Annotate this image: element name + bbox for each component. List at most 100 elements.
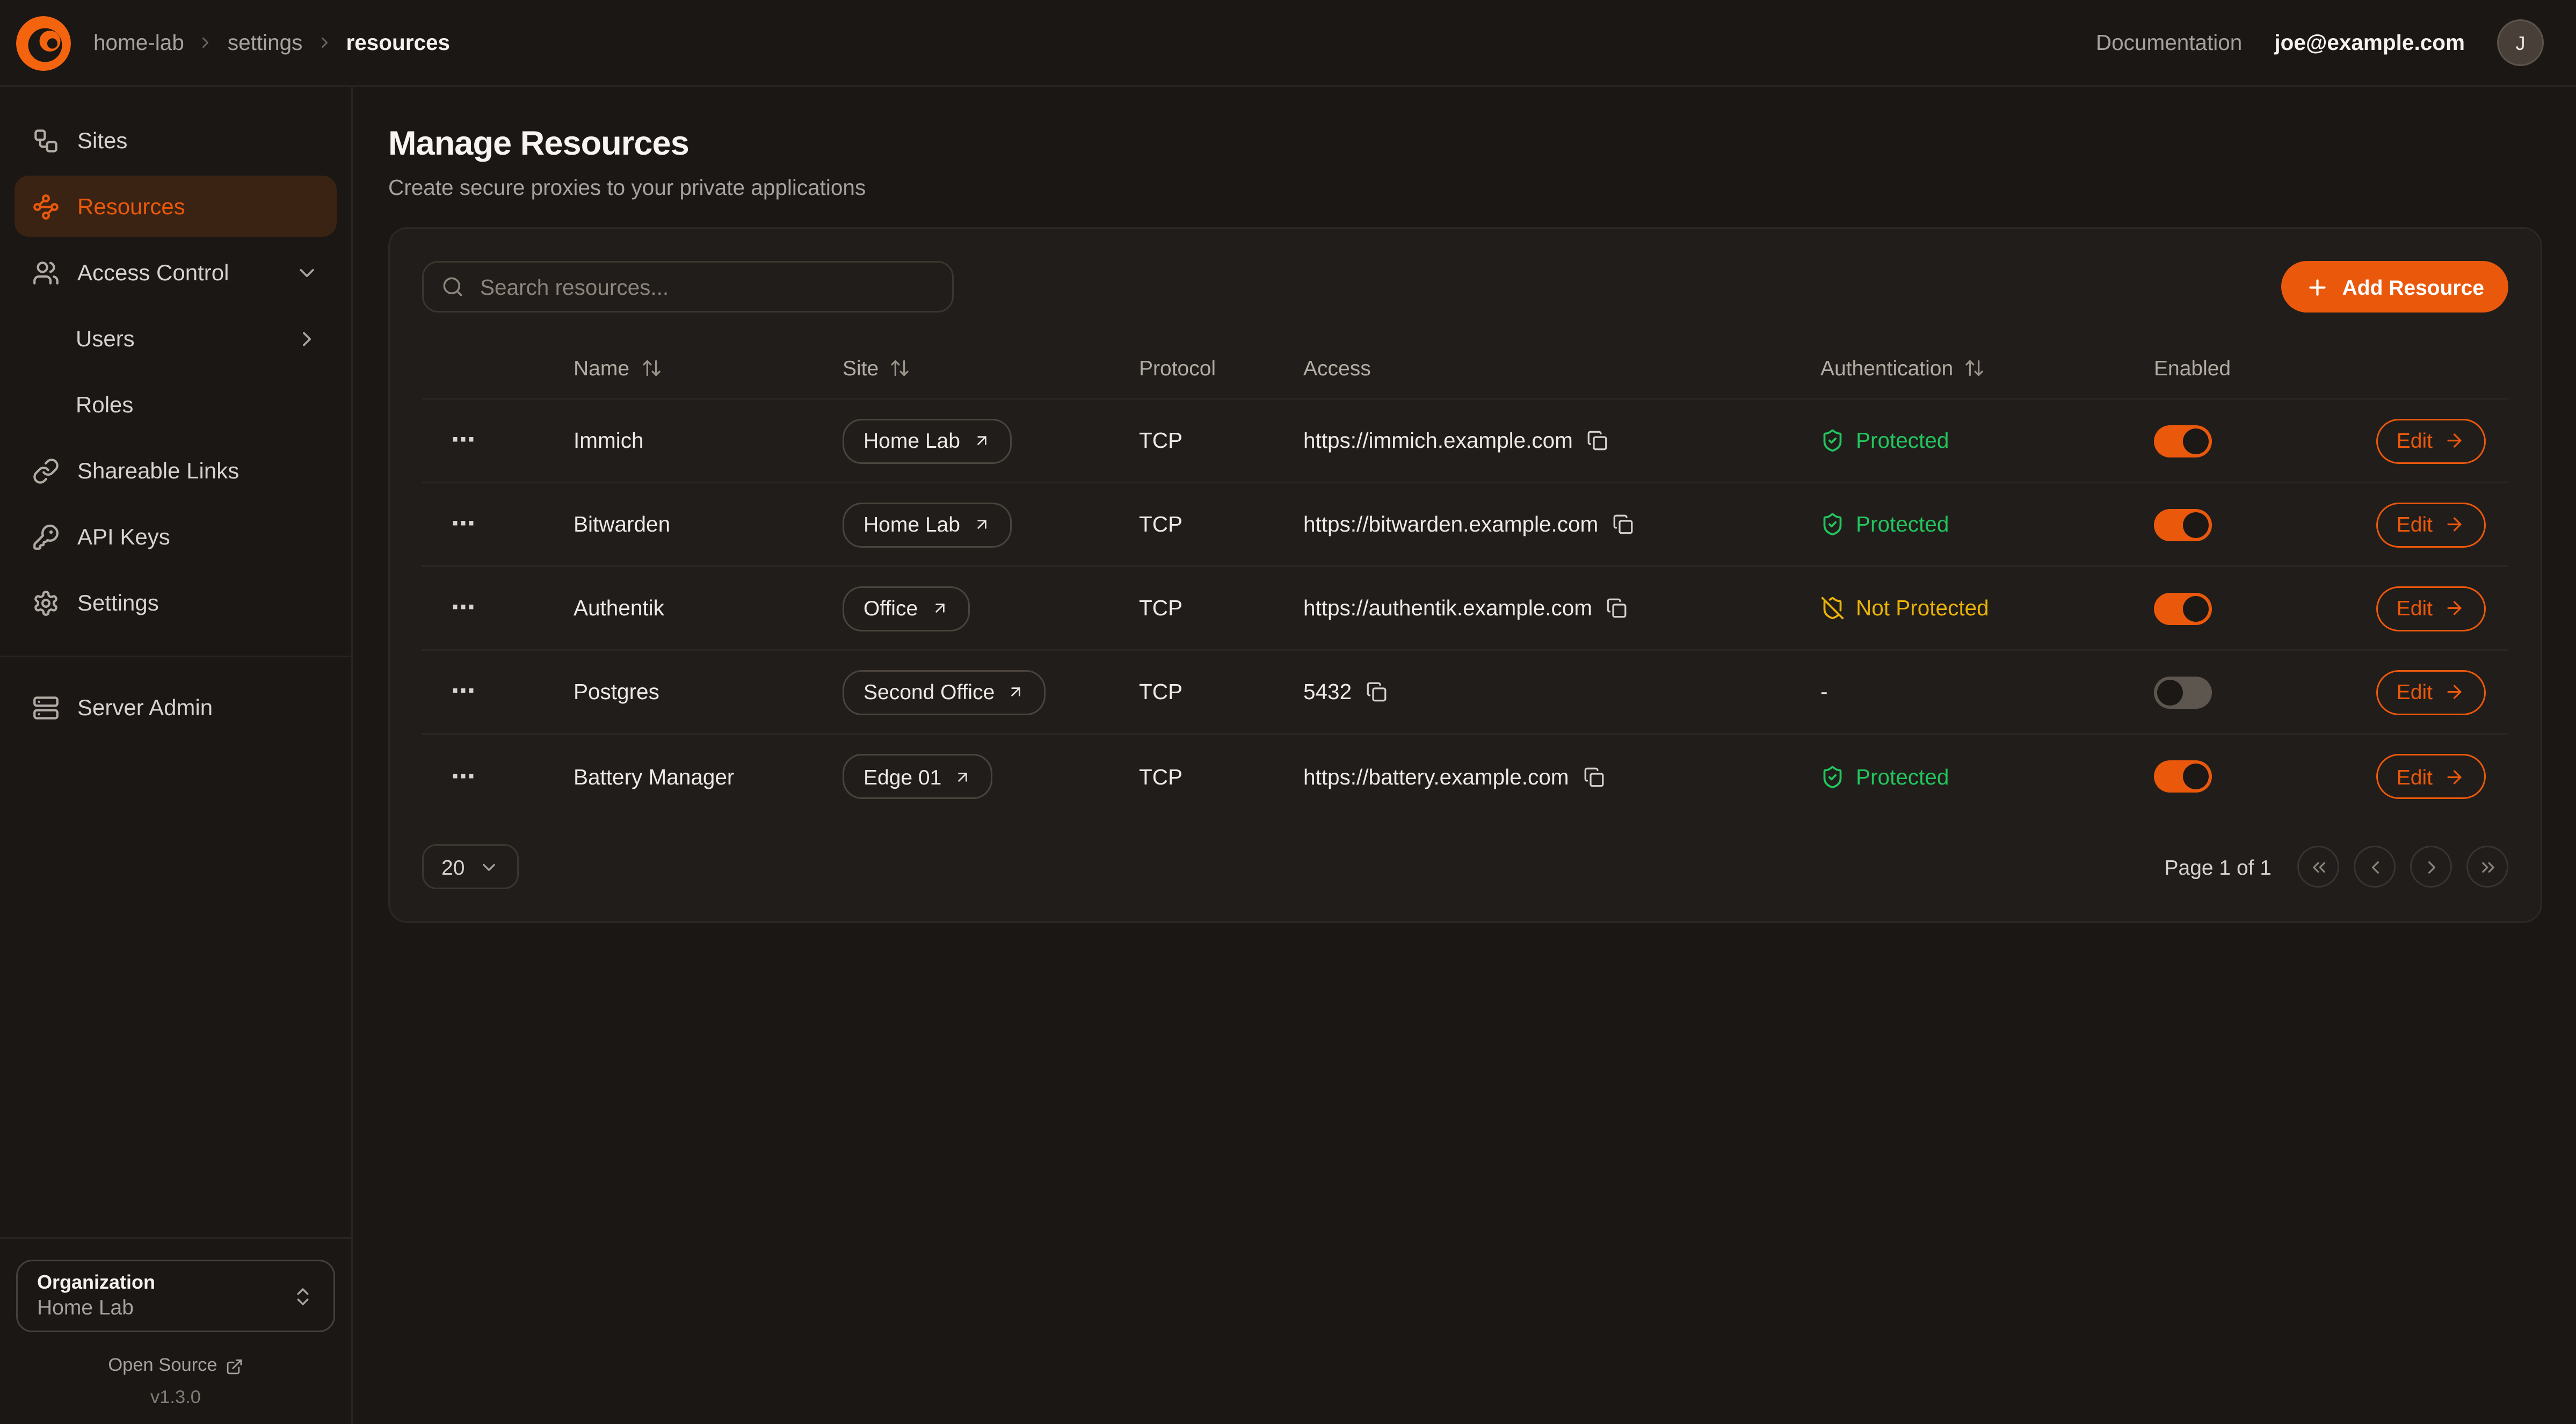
edit-button[interactable]: Edit [2376,502,2486,547]
site-link[interactable]: Office [843,586,969,631]
header-name[interactable]: Name [541,356,810,380]
site-link[interactable]: Second Office [843,670,1046,715]
table-row: ⋯ Postgres Second Office TCP 5432 - [422,651,2508,735]
chevron-right-icon [197,34,215,52]
avatar[interactable]: J [2497,19,2544,66]
arrow-up-right-icon [954,768,972,786]
resource-name: Battery Manager [574,765,734,789]
header-authentication-label: Authentication [1820,356,1953,380]
page-size-select[interactable]: 20 [422,844,519,889]
row-menu-button[interactable]: ⋯ [451,512,477,536]
previous-page-button[interactable] [2354,846,2396,888]
first-page-button[interactable] [2297,846,2339,888]
copy-icon [1366,681,1387,702]
plus-icon [2305,275,2330,299]
organization-selector[interactable]: Organization Home Lab [16,1260,335,1332]
edit-button[interactable]: Edit [2376,418,2486,463]
page-size-value: 20 [441,855,465,879]
site-link[interactable]: Edge 01 [843,754,993,799]
edit-button[interactable]: Edit [2376,754,2486,799]
sidebar-item-users[interactable]: Users [14,308,337,369]
enabled-toggle[interactable] [2154,425,2212,457]
sidebar-item-sites[interactable]: Sites [14,110,337,171]
enabled-toggle[interactable] [2154,760,2212,793]
arrow-up-right-icon [973,432,991,449]
sidebar-item-access-control[interactable]: Access Control [14,242,337,303]
copy-button[interactable] [1607,598,1628,619]
sidebar-divider [0,656,351,657]
row-menu-button[interactable]: ⋯ [451,765,477,789]
documentation-link[interactable]: Documentation [2096,31,2242,55]
copy-button[interactable] [1587,430,1608,451]
last-page-button[interactable] [2466,846,2508,888]
table-row: ⋯ Authentik Office TCP https://authentik… [422,567,2508,651]
sidebar-item-api-keys[interactable]: API Keys [14,506,337,567]
sidebar-item-label: Server Admin [77,694,213,720]
sidebar-item-resources[interactable]: Resources [14,176,337,237]
chevrons-right-icon [2477,856,2498,877]
site-link[interactable]: Home Lab [843,418,1012,463]
toggle-knob [2183,428,2209,454]
access-value: https://bitwarden.example.com [1303,512,1598,536]
sidebar-footer: Organization Home Lab Open Source v1.3.0 [0,1237,351,1424]
add-resource-button[interactable]: Add Resource [2281,261,2508,313]
auth-status: Protected [1820,765,1949,789]
app-logo-icon[interactable] [16,16,71,70]
next-page-button[interactable] [2410,846,2452,888]
copy-button[interactable] [1583,766,1604,787]
copy-icon [1587,430,1608,451]
sidebar-item-server-admin[interactable]: Server Admin [14,677,337,738]
auth-label: Not Protected [1856,596,1989,620]
copy-button[interactable] [1366,681,1387,702]
access-value: https://immich.example.com [1303,428,1573,453]
header-access: Access [1271,356,1788,380]
site-link[interactable]: Home Lab [843,502,1012,547]
auth-status: Protected [1820,512,1949,536]
sidebar-item-settings[interactable]: Settings [14,572,337,633]
edit-button-label: Edit [2397,765,2433,789]
arrow-right-icon [2444,514,2465,535]
site-badge-label: Home Lab [863,428,960,453]
breadcrumb-org[interactable]: home-lab [93,31,184,55]
edit-button-label: Edit [2397,680,2433,704]
enabled-toggle[interactable] [2154,676,2212,708]
resource-name: Bitwarden [574,512,670,536]
site-badge-label: Office [863,596,918,620]
edit-button[interactable]: Edit [2376,670,2486,715]
table-row: ⋯ Bitwarden Home Lab TCP https://bitward… [422,483,2508,567]
organization-text: Organization Home Lab [37,1271,292,1321]
copy-icon [1613,514,1634,535]
chevrons-up-down-icon [292,1285,314,1307]
header-enabled: Enabled [2122,356,2346,380]
sidebar-item-shareable-links[interactable]: Shareable Links [14,440,337,501]
auth-status: Protected [1820,428,1949,453]
sidebar-item-label: Access Control [77,259,229,285]
key-icon [32,523,60,550]
resources-card: Add Resource Name Site [388,227,2542,923]
edit-button[interactable]: Edit [2376,586,2486,631]
row-menu-button[interactable]: ⋯ [451,428,477,453]
open-source-label: Open Source [108,1356,217,1376]
user-email[interactable]: joe@example.com [2274,31,2465,55]
row-menu-button[interactable]: ⋯ [451,680,477,704]
organization-label: Organization [37,1271,292,1295]
sidebar-item-roles[interactable]: Roles [14,374,337,435]
header-protocol-label: Protocol [1139,356,1216,380]
enabled-toggle[interactable] [2154,508,2212,541]
main-content: Manage Resources Create secure proxies t… [353,87,2576,1424]
row-menu-button[interactable]: ⋯ [451,596,477,620]
arrow-right-icon [2444,430,2465,451]
header-site[interactable]: Site [810,356,1107,380]
breadcrumb-settings[interactable]: settings [228,31,303,55]
open-source-link[interactable]: Open Source [16,1356,335,1376]
shield-check-icon [1820,512,1845,536]
copy-button[interactable] [1613,514,1634,535]
chevron-right-icon [295,326,319,351]
enabled-toggle[interactable] [2154,592,2212,624]
link-icon [32,457,60,484]
header-authentication[interactable]: Authentication [1788,356,2122,380]
access-value: https://authentik.example.com [1303,596,1592,620]
search-input[interactable] [477,273,934,301]
site-badge-label: Home Lab [863,512,960,536]
shield-off-icon [1820,596,1845,620]
